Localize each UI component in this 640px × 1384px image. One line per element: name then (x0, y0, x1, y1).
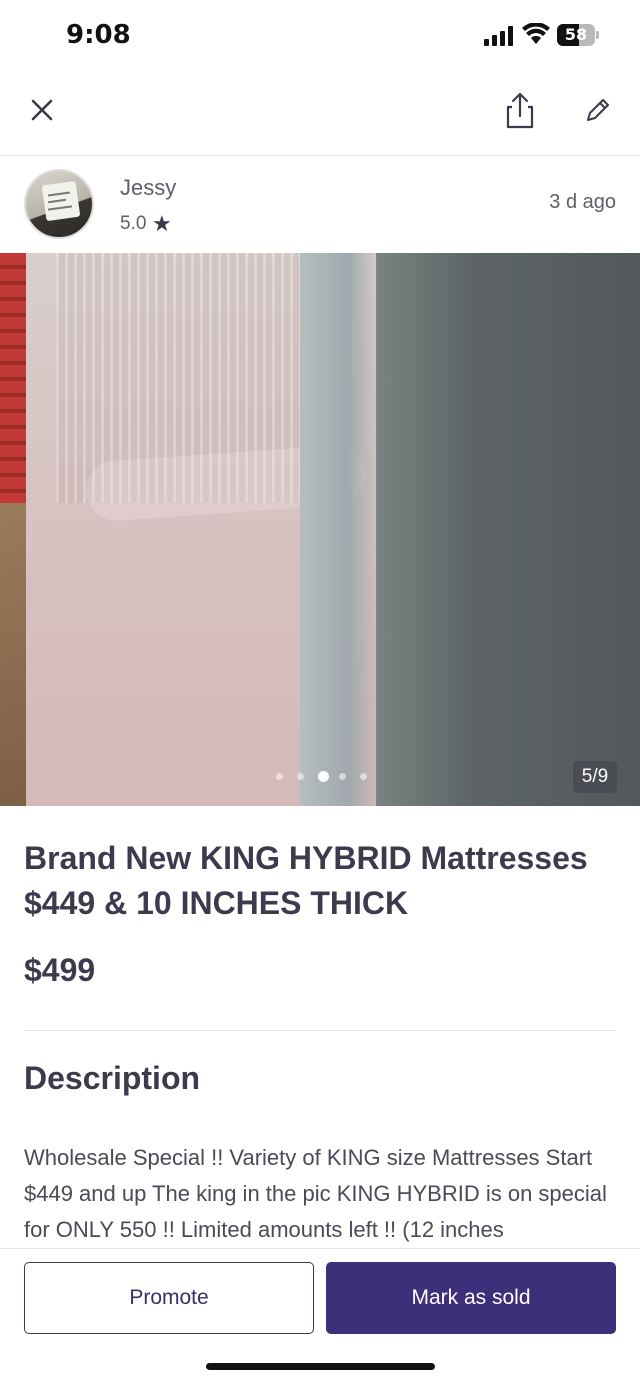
seller-avatar[interactable] (24, 169, 94, 239)
seller-name[interactable]: Jessy (120, 175, 176, 201)
gallery-dot[interactable] (297, 773, 304, 780)
listing-price: $499 (24, 952, 96, 988)
gallery-dot[interactable] (360, 773, 367, 780)
cellular-signal-icon (484, 26, 513, 46)
description-heading: Description (24, 1060, 201, 1096)
gallery-dot[interactable] (318, 771, 329, 782)
photo-mattress-edge (300, 253, 380, 806)
battery-icon: 58 (557, 24, 599, 46)
mark-as-sold-button[interactable]: Mark as sold (326, 1262, 616, 1334)
listing-title: Brand New KING HYBRID Mattresses $449 & … (24, 840, 588, 921)
bottom-action-bar: Promote Mark as sold (0, 1248, 640, 1384)
photo-wall (360, 253, 640, 806)
share-icon[interactable] (502, 90, 538, 130)
promote-button[interactable]: Promote (24, 1262, 314, 1334)
top-nav (0, 72, 640, 156)
gallery-dot[interactable] (276, 773, 283, 780)
gallery-dot[interactable] (339, 773, 346, 780)
wifi-icon (522, 23, 550, 44)
divider (24, 1030, 616, 1031)
edit-pencil-icon[interactable] (580, 94, 614, 128)
status-bar: 9:08 58 (0, 0, 640, 72)
battery-percent: 58 (564, 25, 588, 44)
description-text: Wholesale Special !! Variety of KING siz… (24, 1145, 607, 1242)
seller-row[interactable]: Jessy 5.0 ★ 3 d ago (0, 157, 640, 253)
close-icon[interactable] (26, 94, 58, 126)
gallery-dots[interactable] (0, 770, 640, 782)
home-indicator[interactable] (206, 1363, 435, 1370)
star-icon: ★ (152, 211, 172, 236)
status-time: 9:08 (66, 20, 131, 50)
photo-counter: 5/9 (573, 761, 617, 793)
posted-time: 3 d ago (549, 191, 616, 213)
listing-photo[interactable] (0, 253, 640, 806)
seller-rating: 5.0 (120, 213, 147, 234)
